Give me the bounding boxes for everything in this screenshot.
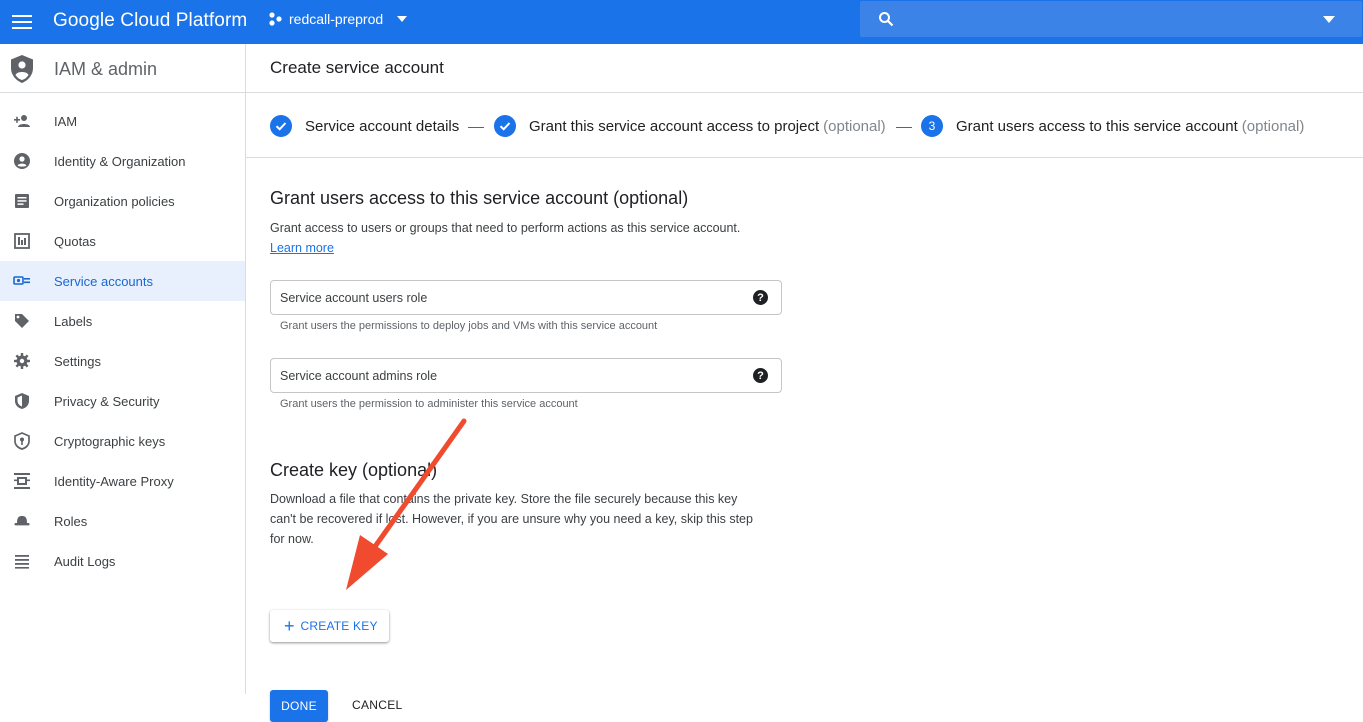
check-circle-icon xyxy=(270,115,292,137)
stepper: Service account details Grant this servi… xyxy=(246,93,1363,158)
sidebar-item-label: IAM xyxy=(54,113,78,129)
service-account-icon xyxy=(13,276,30,285)
step-label: Grant users access to this service accou… xyxy=(956,117,1238,135)
sidebar-title: IAM & admin xyxy=(54,59,158,79)
search-input[interactable] xyxy=(904,7,1304,31)
create-key-button[interactable]: + CREATE KEY xyxy=(270,610,389,642)
step-label: Grant this service account access to pro… xyxy=(529,117,820,135)
create-key-description-line-3: for now. xyxy=(270,532,314,546)
sidebar-item-organization-policies[interactable]: Organization policies xyxy=(0,181,245,221)
sidebar-item-iam[interactable]: IAM xyxy=(0,101,245,141)
admins-role-hint: Grant users the permission to administer… xyxy=(280,398,578,410)
create-key-description-line-2: can't be recovered if lost. However, if … xyxy=(270,512,753,526)
sidebar-item-label: Identity & Organization xyxy=(54,153,186,169)
step-grant-project-access[interactable]: Grant this service account access to pro… xyxy=(494,115,886,137)
sidebar-item-label: Audit Logs xyxy=(54,553,116,569)
account-circle-icon xyxy=(14,153,30,169)
sidebar-item-roles[interactable]: Roles xyxy=(0,501,245,541)
step-optional-label: (optional) xyxy=(823,117,886,135)
grant-heading: Grant users access to this service accou… xyxy=(270,188,689,208)
sidebar-item-label: Roles xyxy=(54,513,88,529)
sidebar-item-identity-organization[interactable]: Identity & Organization xyxy=(0,141,245,181)
step-grant-users-access[interactable]: 3 Grant users access to this service acc… xyxy=(921,115,1304,137)
chevron-down-icon xyxy=(397,16,408,22)
top-app-bar: Google Cloud Platform redcall-preprod xyxy=(0,0,1363,44)
policy-doc-icon xyxy=(15,194,29,208)
sidebar-item-identity-aware-proxy[interactable]: Identity-Aware Proxy xyxy=(0,461,245,501)
sidebar-item-label: Service accounts xyxy=(54,273,153,289)
iam-shield-icon xyxy=(11,55,33,83)
plus-icon: + xyxy=(284,616,295,636)
search-bar[interactable] xyxy=(860,1,1362,37)
admins-role-input[interactable] xyxy=(280,367,740,385)
sidebar-item-label: Quotas xyxy=(54,233,96,249)
step-number-badge: 3 xyxy=(921,115,943,137)
sidebar-item-labels[interactable]: Labels xyxy=(0,301,245,341)
project-name: redcall-preprod xyxy=(289,11,384,27)
list-icon xyxy=(15,555,29,569)
sidebar-item-audit-logs[interactable]: Audit Logs xyxy=(0,541,245,581)
learn-more-link[interactable]: Learn more xyxy=(270,241,334,255)
main-content: Create service account Service account d… xyxy=(246,44,1363,722)
sidebar-item-label: Cryptographic keys xyxy=(54,433,166,449)
sidebar-item-label: Privacy & Security xyxy=(54,393,160,409)
sidebar: IAM & admin IAM Identity & Organization … xyxy=(0,44,246,694)
step-label: Service account details xyxy=(305,117,460,135)
step-optional-label: (optional) xyxy=(1241,117,1305,135)
shield-icon xyxy=(15,393,29,409)
quotas-icon xyxy=(14,233,30,249)
users-role-input[interactable] xyxy=(280,289,740,307)
step-divider xyxy=(468,127,484,128)
sidebar-item-label: Identity-Aware Proxy xyxy=(54,473,174,489)
create-key-description-line-1: Download a file that contains the privat… xyxy=(270,492,738,506)
help-icon[interactable]: ? xyxy=(753,290,768,305)
gear-icon xyxy=(14,353,30,369)
sidebar-item-privacy-security[interactable]: Privacy & Security xyxy=(0,381,245,421)
sidebar-header: IAM & admin xyxy=(0,44,245,93)
done-button[interactable]: DONE xyxy=(270,690,328,722)
sidebar-item-label: Labels xyxy=(54,313,93,329)
grant-description: Grant access to users or groups that nee… xyxy=(270,221,741,235)
search-dropdown-icon[interactable] xyxy=(1323,16,1335,23)
project-dots-icon xyxy=(269,12,282,26)
admins-role-field[interactable]: ? xyxy=(270,358,782,393)
project-selector[interactable]: redcall-preprod xyxy=(268,11,408,27)
person-add-icon xyxy=(14,115,30,127)
step-number: 3 xyxy=(928,119,936,133)
users-role-field[interactable]: ? xyxy=(270,280,782,315)
check-circle-icon xyxy=(494,115,516,137)
sidebar-item-settings[interactable]: Settings xyxy=(0,341,245,381)
sidebar-nav: IAM Identity & Organization Organization… xyxy=(0,93,245,581)
step-divider xyxy=(896,127,912,128)
search-icon xyxy=(879,12,894,27)
page-header: Create service account xyxy=(246,44,1363,93)
sidebar-item-quotas[interactable]: Quotas xyxy=(0,221,245,261)
label-tag-icon xyxy=(15,314,29,328)
create-key-label: CREATE KEY xyxy=(300,619,378,633)
menu-icon[interactable] xyxy=(12,12,32,32)
sidebar-item-cryptographic-keys[interactable]: Cryptographic keys xyxy=(0,421,245,461)
create-key-heading: Create key (optional) xyxy=(270,460,438,480)
step-service-account-details[interactable]: Service account details xyxy=(270,115,459,137)
help-icon[interactable]: ? xyxy=(753,368,768,383)
sidebar-item-label: Organization policies xyxy=(54,193,175,209)
sidebar-item-label: Settings xyxy=(54,353,101,369)
cancel-button[interactable]: CANCEL xyxy=(352,698,402,712)
sidebar-item-service-accounts[interactable]: Service accounts xyxy=(0,261,245,301)
key-shield-icon xyxy=(14,432,30,450)
users-role-hint: Grant users the permissions to deploy jo… xyxy=(280,320,658,332)
hat-icon xyxy=(14,516,30,526)
proxy-icon xyxy=(14,473,30,489)
page-title: Create service account xyxy=(270,58,444,77)
brand-title[interactable]: Google Cloud Platform xyxy=(53,10,247,32)
